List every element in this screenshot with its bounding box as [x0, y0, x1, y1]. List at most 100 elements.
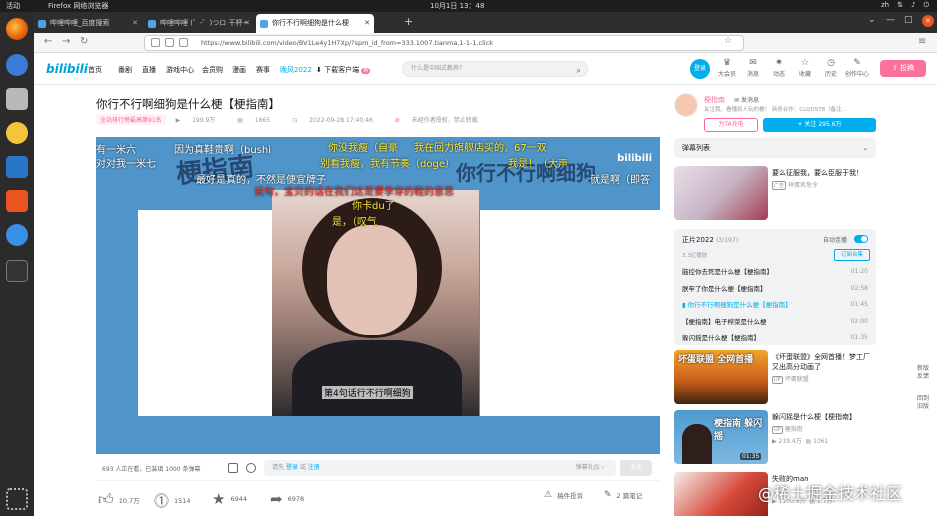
close-tab-icon[interactable]: ✕: [364, 14, 370, 33]
clock-icon: ◷: [291, 117, 300, 124]
url-bar[interactable]: https://www.bilibili.com/video/BV1Le4y1H…: [144, 35, 744, 51]
tab-current-video[interactable]: 你行不行啊细狗是什么梗 ✕: [256, 14, 374, 33]
favorite-link[interactable]: ☆ 收藏: [794, 58, 816, 78]
upload-button[interactable]: ⇪ 投稿: [880, 60, 926, 77]
forward-icon[interactable]: →: [62, 36, 70, 47]
files-icon[interactable]: [6, 88, 28, 110]
app-menu-icon[interactable]: ≡: [918, 36, 926, 47]
download-client-link[interactable]: ⬇ 下载客户端 新: [316, 65, 371, 75]
video-thumbnail[interactable]: 坏蛋联盟 全网首播: [674, 350, 768, 404]
terminal-icon[interactable]: [6, 260, 28, 282]
clock[interactable]: 10月1日 13：48: [430, 1, 484, 11]
share-button[interactable]: ➦ 6978: [270, 490, 304, 508]
recommend-ad-card[interactable]: 要么征服我，要么臣服于我！ 广告 祥蛋名危令: [674, 166, 876, 220]
rhythmbox-icon[interactable]: [6, 122, 28, 144]
video-card-title[interactable]: 躲闪摇是什么梗【梗指南】: [772, 412, 876, 422]
activities-button[interactable]: 活动: [6, 1, 20, 11]
message-link[interactable]: ✉ 消息: [742, 58, 764, 78]
vip-icon: ♛: [722, 58, 732, 68]
dm-register-link[interactable]: 注册: [308, 464, 320, 471]
nav-event[interactable]: 晚风2022: [280, 65, 312, 75]
new-version-feedback-button[interactable]: 新版 反馈: [910, 365, 936, 381]
nav-live[interactable]: 直播: [142, 65, 156, 75]
danmaku-list-toggle[interactable]: 弹幕列表 ⌄: [674, 138, 876, 158]
dynamic-link[interactable]: ✷ 动态: [768, 58, 790, 78]
language-indicator[interactable]: zh: [881, 1, 889, 10]
playlist-item-current[interactable]: ▮ 你行不行啊细狗是什么梗【梗指南】 01:45: [682, 299, 868, 311]
reload-icon[interactable]: ↻: [80, 36, 88, 47]
video-thumbnail[interactable]: [674, 472, 768, 516]
rank-badge[interactable]: 全站排行榜最高第91名: [96, 114, 166, 125]
playlist-item[interactable]: 朕牢了你是什么梗【梗指南】 02:58: [682, 283, 868, 295]
uploader-avatar[interactable]: [674, 93, 698, 117]
report-button[interactable]: ⚠ 稿件投诉: [544, 490, 583, 500]
back-icon[interactable]: ←: [44, 36, 52, 47]
system-tray[interactable]: zh ⇅ ♪ ⏻: [881, 1, 929, 10]
playlist-item[interactable]: 【梗指南】电子榨菜是什么梗 02:00: [682, 316, 868, 328]
app-grid-icon[interactable]: [6, 488, 28, 510]
app-menu[interactable]: Firefox 网络浏览器: [48, 1, 108, 11]
nav-home[interactable]: 首页: [88, 65, 102, 75]
nav-manga[interactable]: 漫画: [232, 65, 246, 75]
lock-icon[interactable]: [165, 38, 174, 47]
search-icon[interactable]: ⌕: [577, 64, 581, 78]
dm-login-link[interactable]: 登录: [286, 464, 298, 471]
recommend-card[interactable]: 梗指南 躲闪摇 01:35 躲闪摇是什么梗【梗指南】 UP 梗指南 ▶ 219.4…: [674, 410, 876, 464]
subscribe-collection-button[interactable]: 订阅合集: [834, 249, 870, 261]
vip-link[interactable]: ♛ 大会员: [716, 58, 738, 78]
video-thumbnail[interactable]: 梗指南 躲闪摇 01:35: [674, 410, 768, 464]
close-tab-icon[interactable]: ✕: [132, 14, 138, 33]
notes-button[interactable]: ✎ 2 篇笔记: [604, 490, 642, 500]
software-icon[interactable]: [6, 190, 28, 212]
maximize-icon[interactable]: □: [904, 15, 913, 25]
like-button[interactable]: 👍︎ 10.7万: [98, 490, 140, 509]
history-link[interactable]: ◷ 历史: [820, 58, 842, 78]
writer-icon[interactable]: [6, 156, 28, 178]
danmaku: 你卡du了: [352, 201, 395, 212]
coin-button[interactable]: ⓵ 1514: [154, 490, 191, 511]
danmaku: 说句，宝贝的话在我们这是要季穿的鞋的意思: [254, 187, 454, 198]
send-message-link[interactable]: ✉ 发消息: [734, 95, 759, 104]
firefox-icon[interactable]: [6, 18, 28, 40]
danmaku-input[interactable]: 请先 登录 或 注册 弹幕礼仪 ›: [264, 460, 616, 476]
bilibili-logo[interactable]: bilibili: [46, 62, 88, 76]
search-input[interactable]: 什么是中国式教养？ ⌕: [402, 61, 588, 77]
tab-list-icon[interactable]: ⌄: [868, 15, 876, 25]
video-card-title[interactable]: 《坏蛋联盟》全网首播！梦工厂又出高分动画了: [772, 352, 876, 372]
video-player[interactable]: 梗指南 你行不行啊细狗 bilibili 第4句话行不行啊细狗 有一米六 对对我…: [96, 137, 660, 454]
danmaku-icon: ▤: [805, 438, 814, 445]
thunderbird-icon[interactable]: [6, 54, 28, 76]
danmaku-toggle-icon[interactable]: [228, 463, 238, 473]
playlist-item[interactable]: 脑控你去死是什么梗【梗指南】 01:20: [682, 266, 868, 278]
bookmark-star-icon[interactable]: ☆: [724, 36, 732, 46]
autoplay-toggle[interactable]: [854, 235, 868, 243]
playlist-item[interactable]: 躲闪摇是什么梗【梗指南】 01:35: [682, 332, 868, 344]
follow-button[interactable]: + 关注 295.6万: [763, 118, 876, 132]
danmaku-etiquette-link[interactable]: 弹幕礼仪 ›: [576, 460, 604, 476]
permissions-icon[interactable]: [179, 38, 188, 47]
uploader-name[interactable]: 梗指南: [704, 95, 725, 105]
tab-bilibili-home[interactable]: 哔哩哔哩 (゜-゜)つロ 干杯~ ✕: [144, 14, 254, 33]
minimize-icon[interactable]: —: [886, 15, 895, 25]
creation-center-link[interactable]: ✎ 创作中心: [842, 58, 872, 78]
charge-button[interactable]: 为TA充电: [704, 118, 758, 132]
nav-game-center[interactable]: 游戏中心: [166, 65, 194, 75]
nav-mall[interactable]: 会员购: [202, 65, 223, 75]
recommend-card[interactable]: 坏蛋联盟 全网首播 《坏蛋联盟》全网首播！梦工厂又出高分动画了 UP 坏蛋联盟: [674, 350, 876, 404]
ad-title[interactable]: 要么征服我，要么臣服于我！: [772, 168, 876, 178]
login-avatar[interactable]: 登录: [690, 59, 710, 79]
help-icon[interactable]: [6, 224, 28, 246]
send-danmaku-button[interactable]: 发送: [620, 460, 652, 476]
share-icon: ➦: [270, 490, 283, 508]
close-window-icon[interactable]: ✕: [922, 15, 934, 27]
nav-anime[interactable]: 番剧: [118, 65, 132, 75]
danmaku-settings-icon[interactable]: [246, 463, 256, 473]
nav-esports[interactable]: 赛事: [256, 65, 270, 75]
close-tab-icon[interactable]: ✕: [244, 14, 250, 33]
favorite-button[interactable]: ★ 6944: [212, 490, 247, 508]
ad-thumbnail[interactable]: [674, 166, 768, 220]
new-tab-button[interactable]: +: [404, 15, 413, 28]
tab-baidu-search[interactable]: 哔哩哔哩_百度搜索 ✕: [34, 14, 142, 33]
back-to-old-version-button[interactable]: 回到 旧版: [910, 395, 936, 411]
shield-icon[interactable]: [151, 38, 160, 47]
